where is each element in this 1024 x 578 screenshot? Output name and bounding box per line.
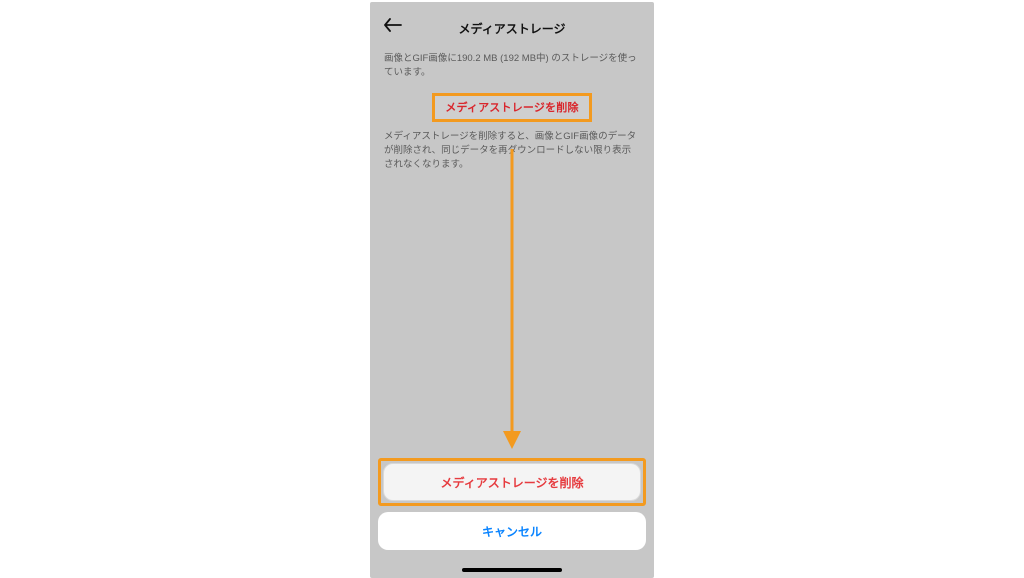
- delete-storage-link[interactable]: メディアストレージを削除: [445, 102, 578, 114]
- annotation-highlight-top: メディアストレージを削除: [432, 93, 591, 122]
- delete-link-row: メディアストレージを削除: [370, 93, 654, 122]
- cancel-button[interactable]: キャンセル: [378, 512, 646, 550]
- arrow-left-icon: [384, 18, 402, 32]
- annotation-arrow-icon: [500, 149, 524, 449]
- storage-usage-text: 画像とGIF画像に190.2 MB (192 MB中) のストレージを使っていま…: [370, 44, 654, 91]
- action-sheet-group: メディアストレージを削除 キャンセル: [378, 458, 646, 550]
- delete-explain-text: メディアストレージを削除すると、画像とGIF画像のデータが削除され、同じデータを…: [370, 126, 654, 181]
- back-button[interactable]: [384, 18, 402, 32]
- header-bar: メディアストレージ: [370, 2, 654, 44]
- home-indicator[interactable]: [462, 568, 562, 572]
- annotation-highlight-bottom: メディアストレージを削除: [378, 458, 646, 506]
- confirm-delete-button[interactable]: メディアストレージを削除: [383, 463, 641, 501]
- page-title: メディアストレージ: [459, 20, 566, 37]
- action-sheet: メディアストレージを削除 キャンセル: [378, 458, 646, 550]
- phone-screen: メディアストレージ 画像とGIF画像に190.2 MB (192 MB中) のス…: [370, 2, 654, 578]
